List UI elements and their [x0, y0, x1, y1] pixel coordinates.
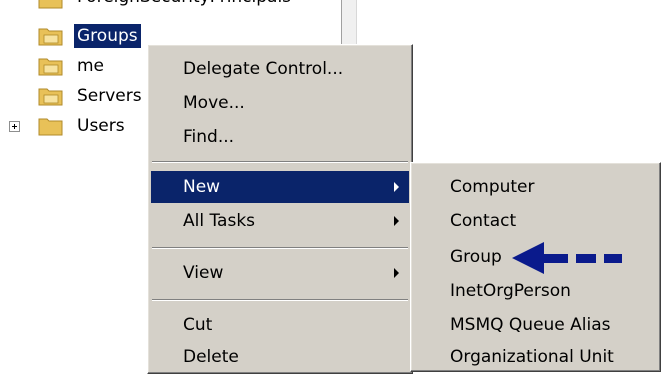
submenu-item-label: MSMQ Queue Alias — [450, 315, 611, 335]
submenu-item-msmq-queue-alias[interactable]: MSMQ Queue Alias — [414, 309, 657, 341]
menu-item-label: Move... — [183, 93, 245, 113]
folder-icon — [38, 28, 63, 46]
folder-icon — [38, 88, 63, 106]
menu-item-label: View — [183, 263, 224, 283]
submenu-item-label: InetOrgPerson — [450, 281, 571, 301]
expand-icon[interactable] — [9, 121, 20, 132]
menu-item-find[interactable]: Find... — [151, 121, 409, 153]
tree-item-foreign-security[interactable]: ForeignSecurityPrincipals — [0, 0, 340, 12]
menu-item-delete[interactable]: Delete — [151, 341, 409, 373]
tree-item-label: ForeignSecurityPrincipals — [74, 0, 294, 9]
menu-item-label: Delete — [183, 347, 239, 367]
menu-item-all-tasks[interactable]: All Tasks — [151, 205, 409, 237]
submenu-item-label: Organizational Unit — [450, 347, 614, 367]
menu-separator — [152, 161, 408, 163]
menu-item-label: Cut — [183, 315, 213, 335]
submenu-item-label: Group — [450, 247, 502, 267]
submenu-arrow-icon — [394, 268, 399, 278]
folder-icon — [38, 58, 63, 76]
folder-icon — [38, 0, 63, 9]
submenu-item-organizational-unit[interactable]: Organizational Unit — [414, 341, 657, 373]
menu-separator — [152, 299, 408, 301]
menu-item-cut[interactable]: Cut — [151, 309, 409, 341]
menu-item-label: Delegate Control... — [183, 59, 344, 79]
submenu-arrow-icon — [394, 182, 399, 192]
tree-item-label: Users — [77, 116, 125, 136]
tree-item-label: me — [77, 56, 105, 76]
submenu-item-label: Computer — [450, 177, 535, 197]
context-menu: Delegate Control... Move... Find... New … — [147, 44, 413, 374]
menu-item-delegate-control[interactable]: Delegate Control... — [151, 53, 409, 85]
tree-item-label: Groups — [74, 24, 141, 48]
menu-item-view[interactable]: View — [151, 257, 409, 289]
annotation-arrow-icon — [512, 242, 622, 274]
submenu-item-label: Contact — [450, 211, 517, 231]
menu-item-label: Find... — [183, 127, 235, 147]
menu-item-new[interactable]: New — [151, 171, 409, 203]
menu-separator — [152, 247, 408, 249]
menu-item-label: All Tasks — [183, 211, 256, 231]
submenu-item-computer[interactable]: Computer — [414, 171, 657, 203]
folder-icon — [38, 118, 63, 136]
menu-item-move[interactable]: Move... — [151, 87, 409, 119]
menu-item-label: New — [183, 177, 221, 197]
submenu-item-contact[interactable]: Contact — [414, 205, 657, 237]
tree-item-label: Servers — [77, 86, 142, 106]
submenu-arrow-icon — [394, 216, 399, 226]
